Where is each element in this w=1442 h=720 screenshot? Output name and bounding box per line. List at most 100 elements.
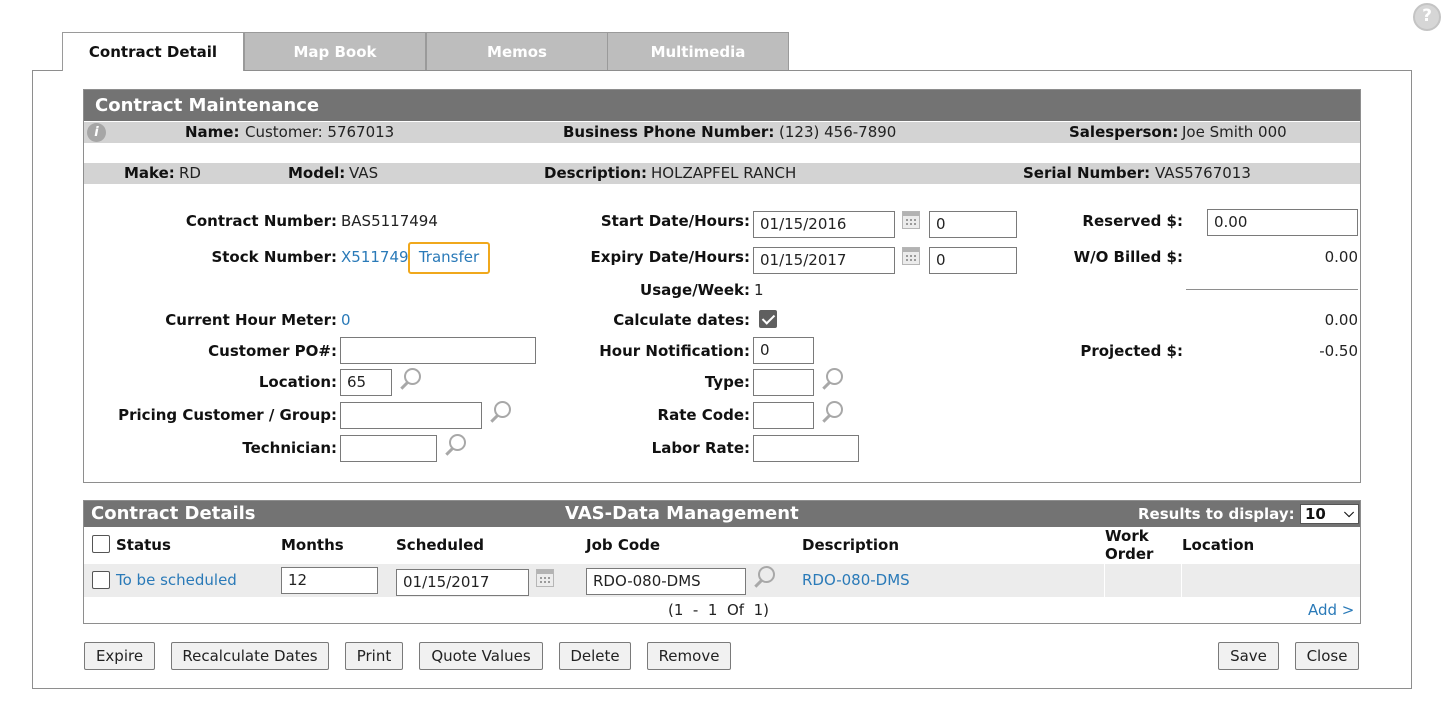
table-row: To be scheduled 12 01/15/2017 RDO-080-DM… (84, 564, 1360, 597)
row-checkbox[interactable] (92, 571, 110, 589)
remove-button[interactable]: Remove (647, 642, 731, 670)
hour-notification-label: Hour Notification: (599, 342, 750, 360)
description-label: Description: (544, 164, 648, 182)
expiry-date-calendar-icon[interactable] (902, 247, 920, 265)
col-work-order-line2[interactable]: Order (1105, 545, 1153, 563)
start-hours-input[interactable]: 0 (929, 211, 1017, 238)
current-hour-meter-link[interactable]: 0 (341, 311, 351, 329)
expire-button[interactable]: Expire (84, 642, 155, 670)
equipment-info-strip: Make: RD Model: VAS Description: HOLZAPF… (84, 163, 1360, 184)
tab-memos[interactable]: Memos (426, 32, 608, 70)
add-link[interactable]: Add > (1308, 601, 1354, 619)
row-scheduled-calendar-icon[interactable] (536, 569, 554, 587)
name-value: Customer: 5767013 (245, 123, 395, 141)
projected-value: -0.50 (1319, 342, 1358, 360)
stock-number-label: Stock Number: (211, 248, 337, 266)
technician-label: Technician: (242, 439, 337, 457)
pagination: (1 - 1 Of 1) (668, 601, 769, 619)
contract-details-grid: Contract Details VAS-Data Management Res… (83, 500, 1361, 624)
row-job-code-search-icon[interactable] (752, 566, 775, 588)
salesperson-value: Joe Smith 000 (1182, 123, 1287, 141)
results-label: Results to display: (1138, 505, 1295, 523)
calculate-dates-checkbox[interactable] (759, 310, 777, 328)
technician-input[interactable] (340, 435, 437, 462)
contract-number-label: Contract Number: (185, 212, 337, 230)
col-location[interactable]: Location (1182, 536, 1254, 554)
info-icon[interactable]: i (87, 123, 106, 142)
col-description[interactable]: Description (802, 536, 899, 554)
row-status-link[interactable]: To be scheduled (116, 571, 237, 589)
start-date-input[interactable]: 01/15/2016 (753, 211, 895, 238)
model-label: Model: (288, 164, 346, 182)
close-button[interactable]: Close (1295, 642, 1359, 670)
row-description-link[interactable]: RDO-080-DMS (802, 571, 910, 589)
current-hour-meter-label: Current Hour Meter: (165, 311, 337, 329)
customer-po-input[interactable] (340, 337, 536, 364)
results-value: 10 (1305, 505, 1326, 523)
rate-code-input[interactable] (753, 402, 814, 429)
pricing-customer-search-icon[interactable] (488, 401, 511, 423)
location-search-icon[interactable] (398, 368, 421, 390)
wo-billed-label: W/O Billed $: (1073, 248, 1183, 266)
rate-code-label: Rate Code: (657, 406, 750, 424)
col-scheduled[interactable]: Scheduled (396, 536, 484, 554)
tab-multimedia[interactable]: Multimedia (607, 32, 789, 70)
expiry-date-label: Expiry Date/Hours: (590, 248, 750, 266)
pricing-customer-input[interactable] (340, 402, 482, 429)
quote-values-button[interactable]: Quote Values (419, 642, 543, 670)
description-value: HOLZAPFEL RANCH (651, 164, 797, 182)
row-divider (1181, 564, 1182, 597)
expiry-date-input[interactable]: 01/15/2017 (753, 247, 895, 274)
row-months-input[interactable]: 12 (281, 567, 378, 594)
help-icon[interactable]: ? (1413, 3, 1441, 31)
reserved-label: Reserved $: (1082, 212, 1183, 230)
phone-value: (123) 456-7890 (779, 123, 897, 141)
reserved-input[interactable]: 0.00 (1207, 209, 1358, 236)
recalculate-dates-button[interactable]: Recalculate Dates (171, 642, 329, 670)
select-all-checkbox[interactable] (92, 535, 110, 553)
labor-rate-input[interactable] (753, 435, 859, 462)
usage-week-label: Usage/Week: (640, 281, 750, 299)
row-job-code-input[interactable]: RDO-080-DMS (586, 568, 746, 595)
grid-title: Contract Details (91, 503, 256, 524)
location-label: Location: (258, 373, 337, 391)
print-button[interactable]: Print (345, 642, 403, 670)
row-divider (1104, 564, 1105, 597)
wo-billed-value: 0.00 (1324, 248, 1358, 266)
rate-code-search-icon[interactable] (820, 401, 843, 423)
delete-button[interactable]: Delete (559, 642, 631, 670)
make-value: RD (179, 164, 201, 182)
row-scheduled-input[interactable]: 01/15/2017 (396, 569, 529, 596)
col-status[interactable]: Status (116, 536, 171, 554)
transfer-button[interactable]: Transfer (408, 242, 490, 274)
col-months[interactable]: Months (281, 536, 344, 554)
type-label: Type: (704, 373, 750, 391)
hour-notification-input[interactable]: 0 (753, 337, 814, 364)
panel-title: Contract Maintenance (84, 90, 1360, 121)
chevron-down-icon: ⌵ (1344, 506, 1354, 521)
customer-po-label: Customer PO#: (208, 342, 337, 360)
projected-label: Projected $: (1080, 342, 1183, 360)
save-button[interactable]: Save (1218, 642, 1279, 670)
technician-search-icon[interactable] (443, 434, 466, 456)
calculate-dates-label: Calculate dates: (613, 311, 750, 329)
serial-value: VAS5767013 (1155, 164, 1251, 182)
subtotal-value: 0.00 (1324, 311, 1358, 329)
labor-rate-label: Labor Rate: (651, 439, 750, 457)
type-search-icon[interactable] (820, 368, 843, 390)
tab-contract-detail[interactable]: Contract Detail (62, 32, 244, 71)
results-select[interactable]: 10 ⌵ (1300, 504, 1359, 524)
stock-number-link[interactable]: X511749 (341, 248, 409, 266)
col-job-code[interactable]: Job Code (586, 536, 660, 554)
type-input[interactable] (753, 369, 814, 396)
expiry-hours-input[interactable]: 0 (929, 247, 1017, 274)
col-work-order-line1[interactable]: Work (1105, 527, 1149, 545)
contract-number-value: BAS5117494 (341, 212, 438, 230)
model-value: VAS (349, 164, 379, 182)
customer-info-strip: i Name: Customer: 5767013 Business Phone… (84, 122, 1360, 143)
name-label: Name: (185, 123, 240, 141)
tab-map-book[interactable]: Map Book (244, 32, 426, 70)
location-input[interactable]: 65 (340, 369, 392, 396)
start-date-calendar-icon[interactable] (902, 211, 920, 229)
phone-label: Business Phone Number: (563, 123, 775, 141)
